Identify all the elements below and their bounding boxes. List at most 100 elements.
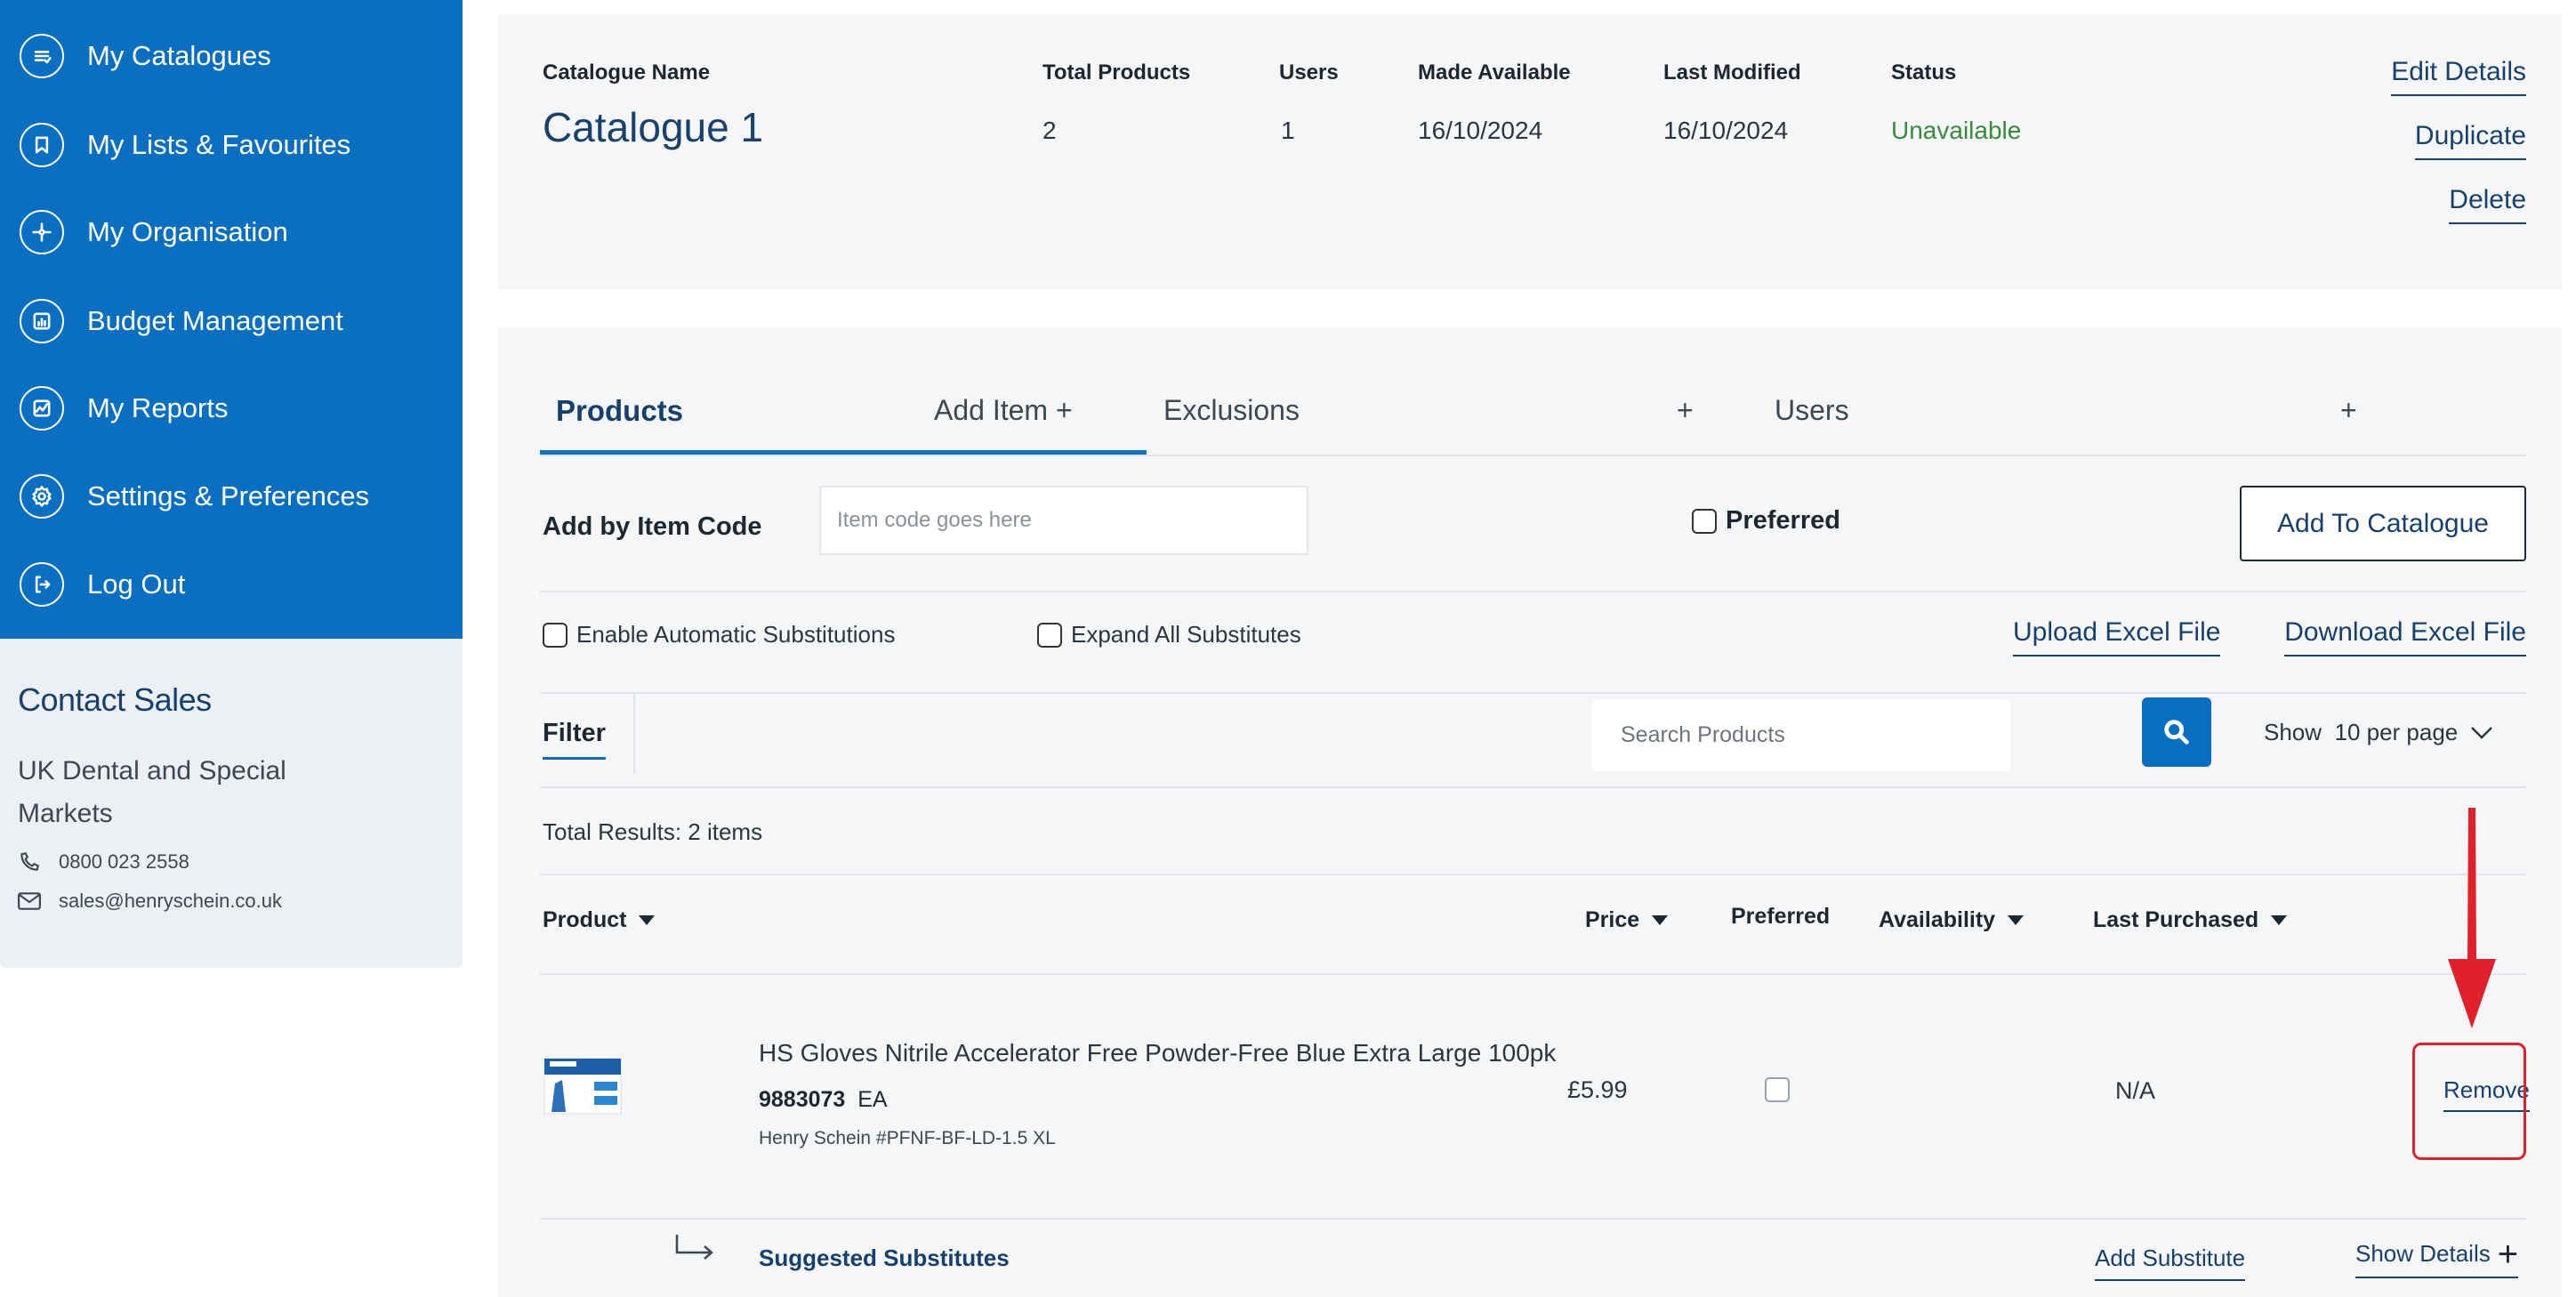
- add-by-item-code-label: Add by Item Code: [543, 512, 762, 541]
- add-substitute-link[interactable]: Add Substitute: [2095, 1245, 2246, 1281]
- organisation-icon: [20, 210, 64, 254]
- add-to-catalogue-button[interactable]: Add To Catalogue: [2240, 486, 2526, 561]
- sidebar-item-label: My Organisation: [87, 216, 288, 247]
- product-preferred-checkbox[interactable]: [1765, 1077, 1790, 1102]
- last-modified-value: 16/10/2024: [1663, 117, 1789, 144]
- product-price: £5.99: [1567, 1076, 1628, 1103]
- product-thumbnail[interactable]: [543, 1050, 623, 1121]
- return-arrow-icon: [675, 1235, 713, 1260]
- contact-phone[interactable]: 0800 023 2558: [18, 850, 189, 874]
- section-divider: [540, 591, 2526, 592]
- chevron-down-icon: [2471, 726, 2493, 739]
- product-code: 9883073: [759, 1087, 846, 1112]
- delete-link[interactable]: Delete: [2449, 185, 2526, 224]
- last-modified-header: Last Modified: [1663, 60, 1801, 85]
- contact-email[interactable]: sales@henryschein.co.uk: [18, 890, 282, 913]
- row-divider: [540, 1218, 2526, 1220]
- preferred-checkbox[interactable]: Preferred: [1692, 506, 1840, 536]
- budget-chart-icon: [20, 299, 64, 343]
- sort-caret-icon: [639, 915, 656, 925]
- sort-caret-icon: [2271, 915, 2288, 925]
- column-last-purchased-label: Last Purchased: [2093, 907, 2259, 932]
- product-last-purchased: N/A: [2115, 1077, 2156, 1104]
- made-available-value: 16/10/2024: [1418, 117, 1543, 144]
- status-value: Unavailable: [1891, 117, 2022, 144]
- upload-excel-link[interactable]: Upload Excel File: [2013, 617, 2221, 657]
- show-details-link[interactable]: Show Details +: [2355, 1234, 2519, 1278]
- column-price[interactable]: Price: [1585, 907, 1669, 933]
- sidebar-item-budget-management[interactable]: Budget Management: [20, 294, 343, 349]
- column-availability[interactable]: Availability: [1879, 907, 2025, 933]
- tab-products[interactable]: Products: [556, 394, 683, 428]
- annotation-highlight-box: [2412, 1043, 2526, 1160]
- section-divider: [540, 692, 2526, 694]
- filter-separator: [633, 694, 635, 774]
- bookmark-icon: [20, 123, 64, 167]
- users-value: 1: [1281, 117, 1295, 144]
- logout-icon: [20, 562, 64, 607]
- tab-exclusions[interactable]: Exclusions: [1163, 394, 1300, 427]
- sort-caret-icon: [2008, 915, 2025, 925]
- column-last-purchased[interactable]: Last Purchased: [2093, 907, 2288, 933]
- sidebar-item-settings[interactable]: Settings & Preferences: [20, 469, 369, 524]
- tab-users[interactable]: Users: [1775, 394, 1849, 427]
- sidebar-item-label: My Reports: [87, 392, 229, 423]
- download-excel-link[interactable]: Download Excel File: [2284, 617, 2526, 657]
- catalogue-name-header: Catalogue Name: [543, 60, 711, 85]
- per-page-value: Show 10 per page: [2264, 719, 2459, 745]
- edit-details-link[interactable]: Edit Details: [2391, 57, 2526, 96]
- phone-icon: [20, 852, 40, 871]
- tab-add-item[interactable]: Add Item +: [934, 394, 1073, 427]
- duplicate-link[interactable]: Duplicate: [2414, 121, 2526, 160]
- tab-exclusions-add[interactable]: +: [1677, 394, 1694, 427]
- plus-icon: +: [2497, 1234, 2519, 1274]
- suggested-substitutes-label[interactable]: Suggested Substitutes: [759, 1245, 1010, 1272]
- status-header: Status: [1891, 60, 1957, 85]
- reports-icon: [20, 386, 64, 431]
- search-button[interactable]: [2142, 697, 2211, 767]
- sidebar-item-my-organisation[interactable]: My Organisation: [20, 205, 288, 260]
- gear-icon: [20, 474, 64, 519]
- sidebar-item-label: My Lists & Favourites: [87, 129, 351, 160]
- sidebar-item-label: Log Out: [87, 568, 186, 600]
- sidebar-nav: My Catalogues My Lists & Favourites My O…: [0, 0, 463, 639]
- per-page-select[interactable]: Show 10 per page: [2264, 719, 2493, 746]
- total-products-value: 2: [1042, 117, 1057, 144]
- product-unit: EA: [857, 1087, 888, 1112]
- table-header-divider: [540, 973, 2526, 975]
- preferred-checkbox-box[interactable]: [1692, 508, 1717, 534]
- catalogue-summary-card: Catalogue Name Catalogue 1 Total Product…: [498, 14, 2562, 290]
- search-products-input[interactable]: [1592, 699, 2010, 770]
- annotation-arrow-icon: [2448, 808, 2496, 1028]
- sidebar-item-my-reports[interactable]: My Reports: [20, 381, 228, 436]
- expand-substitutes-box[interactable]: [1037, 622, 1062, 648]
- made-available-header: Made Available: [1418, 60, 1571, 85]
- column-price-label: Price: [1585, 907, 1640, 932]
- product-name[interactable]: HS Gloves Nitrile Accelerator Free Powde…: [759, 1039, 1556, 1067]
- tab-users-add[interactable]: +: [2340, 394, 2357, 427]
- filter-button[interactable]: Filter: [543, 719, 606, 760]
- search-icon: [2164, 720, 2189, 745]
- expand-substitutes-checkbox[interactable]: Expand All Substitutes: [1037, 621, 1301, 648]
- sidebar-item-label: Budget Management: [87, 305, 343, 336]
- sidebar-item-my-lists[interactable]: My Lists & Favourites: [20, 117, 350, 173]
- expand-substitutes-label: Expand All Substitutes: [1071, 621, 1301, 648]
- sidebar-item-my-catalogues[interactable]: My Catalogues: [20, 28, 271, 84]
- sidebar-item-log-out[interactable]: Log Out: [20, 557, 185, 612]
- sort-caret-icon: [1652, 915, 1669, 925]
- column-product[interactable]: Product: [543, 907, 656, 933]
- column-preferred-label: Preferred: [1731, 904, 1831, 929]
- contact-title: Contact Sales: [18, 681, 212, 718]
- column-preferred: Preferred: [1731, 904, 1830, 930]
- contact-region-line-1: UK Dental and Special: [18, 756, 286, 785]
- section-divider: [540, 874, 2526, 875]
- product-code-line: 9883073 EA: [759, 1087, 888, 1113]
- mail-icon: [18, 892, 41, 910]
- tabs-divider: [540, 455, 2526, 456]
- products-card: Products Add Item + Exclusions + Users +…: [498, 327, 2562, 1297]
- auto-substitutions-box[interactable]: [543, 622, 568, 648]
- auto-substitutions-checkbox[interactable]: Enable Automatic Substitutions: [543, 621, 895, 648]
- sidebar-item-label: Settings & Preferences: [87, 480, 370, 512]
- item-code-input[interactable]: [819, 486, 1308, 555]
- users-header: Users: [1279, 60, 1339, 85]
